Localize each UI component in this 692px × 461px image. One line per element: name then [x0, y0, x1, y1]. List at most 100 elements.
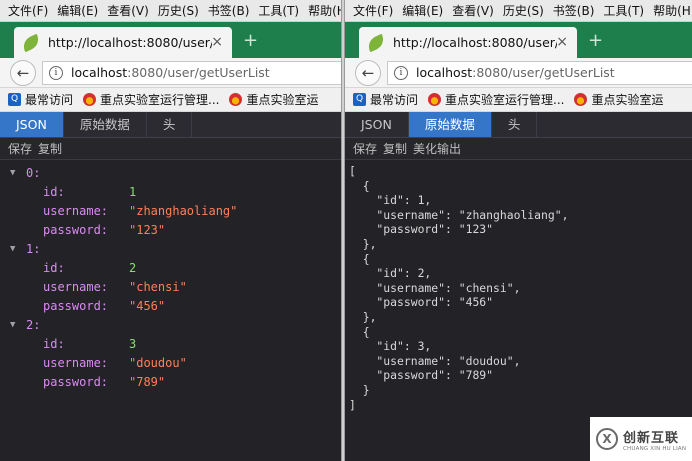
tab-json[interactable]: JSON: [0, 112, 64, 137]
raw-line: "password": "123": [349, 222, 494, 237]
bookmark-label: 最常访问: [370, 93, 419, 107]
field-value: 3: [129, 336, 137, 351]
field-value: "789": [129, 374, 166, 389]
bookmark-label: 重点实验室运行管理...: [100, 93, 220, 107]
field-key: username:: [43, 203, 109, 218]
menu-help[interactable]: 帮助(H): [308, 2, 341, 19]
browser-window-json-view: 文件(F) 编辑(E) 查看(V) 历史(S) 书签(B) 工具(T) 帮助(H…: [0, 0, 341, 461]
tab-headers[interactable]: 头: [147, 112, 193, 137]
json-viewer-tabs: JSON 原始数据 头: [345, 112, 692, 138]
node-index: 0:: [26, 165, 41, 180]
expand-icon[interactable]: ▼: [10, 320, 18, 330]
expand-icon[interactable]: ▼: [10, 168, 18, 178]
field-value: 2: [129, 260, 137, 275]
field-key: username:: [43, 355, 109, 370]
field-value: "chensi": [129, 279, 187, 294]
raw-line: "id": 3,: [349, 339, 432, 354]
spring-leaf-icon: [20, 33, 42, 52]
new-tab-button[interactable]: +: [243, 30, 258, 51]
raw-line: },: [349, 309, 377, 324]
browser-window-raw-view: 文件(F) 编辑(E) 查看(V) 历史(S) 书签(B) 工具(T) 帮助(H…: [345, 0, 692, 461]
save-button[interactable]: 保存: [8, 140, 32, 157]
json-toolbar: 保存 复制: [0, 138, 341, 160]
tree-row: username: "chensi": [0, 277, 341, 296]
field-key: password:: [43, 298, 109, 313]
node-index: 2:: [26, 317, 41, 332]
raw-line: "password": "456": [349, 295, 494, 310]
tree-row: password: "123": [0, 220, 341, 239]
menu-edit[interactable]: 编辑(E): [402, 2, 443, 19]
bookmark-most-visited[interactable]: Q 最常访问: [353, 91, 418, 108]
bookmark-icon: Q: [353, 93, 366, 106]
menu-bookmarks[interactable]: 书签(B): [553, 2, 595, 19]
tab-raw-data[interactable]: 原始数据: [408, 112, 492, 137]
menu-tools[interactable]: 工具(T): [258, 2, 299, 19]
tree-row: password: "456": [0, 296, 341, 315]
raw-json-text[interactable]: [ { "id": 1, "username": "zhanghaoliang"…: [345, 160, 692, 412]
tab-raw-data[interactable]: 原始数据: [64, 112, 147, 137]
copy-button[interactable]: 复制: [38, 140, 62, 157]
lab-logo-icon: [83, 93, 97, 106]
tab-json[interactable]: JSON: [345, 112, 409, 137]
watermark-title: 创新互联: [623, 430, 680, 446]
close-tab-icon[interactable]: ×: [556, 34, 568, 50]
bookmark-lab-ops[interactable]: 重点实验室运: [229, 91, 318, 108]
expand-icon[interactable]: ▼: [10, 244, 18, 254]
bookmark-label: 重点实验室运行管理...: [445, 93, 565, 107]
navigation-bar: ← i localhost :8080/user/getUserList: [0, 58, 341, 88]
field-key: username:: [43, 279, 109, 294]
close-tab-icon[interactable]: ×: [211, 34, 223, 50]
watermark-logo-icon: X: [596, 428, 618, 450]
raw-line: "id": 2,: [349, 266, 432, 281]
tab-strip: http://localhost:8080/user/ × +: [0, 22, 341, 58]
copy-button[interactable]: 复制: [383, 140, 407, 157]
bookmark-lab-management[interactable]: 重点实验室运行管理...: [428, 91, 564, 108]
url-bar[interactable]: i localhost :8080/user/getUserList: [387, 60, 692, 85]
menu-edit[interactable]: 编辑(E): [57, 2, 98, 19]
raw-line: "id": 1,: [349, 193, 432, 208]
bookmarks-bar: Q 最常访问 重点实验室运行管理... 重点实验室运: [0, 88, 341, 112]
menu-history[interactable]: 历史(S): [158, 2, 199, 19]
tree-row: id: 3: [0, 334, 341, 353]
back-button[interactable]: ←: [355, 59, 381, 86]
menu-file[interactable]: 文件(F): [8, 2, 48, 19]
bookmark-lab-ops[interactable]: 重点实验室运: [574, 91, 663, 108]
lab-logo-icon: [574, 93, 588, 106]
bookmark-label: 重点实验室运: [591, 93, 664, 107]
raw-line: },: [349, 236, 377, 251]
tab-headers[interactable]: 头: [492, 112, 538, 137]
menu-view[interactable]: 查看(V): [452, 2, 494, 19]
tree-node-1[interactable]: ▼ 1:: [0, 239, 341, 258]
pretty-print-button[interactable]: 美化输出: [413, 140, 461, 157]
navigation-bar: ← i localhost :8080/user/getUserList: [345, 58, 692, 88]
browser-tab[interactable]: http://localhost:8080/user/ ×: [14, 27, 232, 58]
field-key: id:: [43, 260, 65, 275]
tree-node-2[interactable]: ▼ 2:: [0, 315, 341, 334]
new-tab-button[interactable]: +: [588, 30, 603, 51]
raw-line: "password": "789": [349, 368, 494, 383]
menu-help[interactable]: 帮助(H): [653, 2, 692, 19]
tree-node-0[interactable]: ▼ 0:: [0, 163, 341, 182]
info-icon[interactable]: i: [49, 65, 63, 80]
menu-tools[interactable]: 工具(T): [603, 2, 644, 19]
browser-tab[interactable]: http://localhost:8080/user/ ×: [359, 27, 577, 58]
bookmark-lab-management[interactable]: 重点实验室运行管理...: [83, 91, 219, 108]
raw-line: {: [349, 178, 370, 193]
bookmark-most-visited[interactable]: Q 最常访问: [8, 91, 73, 108]
tree-row: username: "zhanghaoliang": [0, 201, 341, 220]
back-button[interactable]: ←: [10, 59, 36, 86]
raw-line: "username": "doudou",: [349, 353, 521, 368]
info-icon[interactable]: i: [394, 65, 408, 80]
raw-line: ]: [349, 397, 356, 412]
menu-file[interactable]: 文件(F): [353, 2, 393, 19]
raw-line: [: [349, 164, 356, 178]
url-bar[interactable]: i localhost :8080/user/getUserList: [42, 60, 341, 85]
bookmark-label: 重点实验室运: [246, 93, 319, 107]
menu-bookmarks[interactable]: 书签(B): [208, 2, 250, 19]
save-button[interactable]: 保存: [353, 140, 377, 157]
field-key: id:: [43, 336, 65, 351]
menu-history[interactable]: 历史(S): [503, 2, 544, 19]
menu-view[interactable]: 查看(V): [107, 2, 149, 19]
json-viewer-tabs: JSON 原始数据 头: [0, 112, 341, 138]
url-host: localhost: [416, 65, 473, 80]
